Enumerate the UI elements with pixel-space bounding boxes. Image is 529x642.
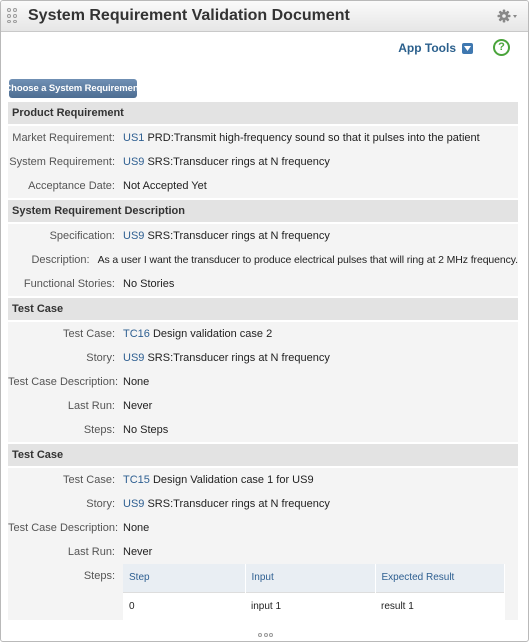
gear-icon[interactable]	[496, 8, 518, 24]
market-requirement-text: PRD:Transmit high-frequency sound so tha…	[147, 131, 480, 144]
choose-system-requirement-button[interactable]: Choose a System Requirement	[4, 79, 142, 98]
steps-column-header-step[interactable]: Step	[123, 564, 246, 592]
expected-result-cell: result 1	[375, 591, 505, 620]
story-link[interactable]: US9	[123, 352, 144, 364]
test-case-description-value: None	[123, 521, 150, 534]
market-requirement-row: Market Requirement: US1 PRD:Transmit hig…	[8, 126, 518, 150]
last-run-label: Last Run:	[67, 399, 115, 412]
app-tools-label: App Tools	[398, 41, 456, 55]
steps-label: Steps:	[83, 570, 115, 582]
steps-value: No Steps	[123, 423, 169, 436]
specification-row: Specification: US9 SRS:Transducer rings …	[8, 224, 518, 248]
input-cell: input 1	[245, 591, 375, 620]
specification-label: Specification:	[49, 229, 115, 242]
section-header-product-requirement: Product Requirement	[8, 102, 518, 124]
system-requirement-link[interactable]: US9	[123, 156, 144, 168]
resize-handle-icon[interactable]	[258, 633, 273, 637]
market-requirement-link[interactable]: US1	[123, 132, 144, 144]
system-requirement-label: System Requirement:	[9, 155, 115, 168]
story-text: SRS:Transducer rings at N frequency	[147, 497, 330, 510]
section-header-system-requirement-description: System Requirement Description	[8, 200, 518, 222]
acceptance-date-label: Acceptance Date:	[28, 179, 115, 192]
test-case-row: Test Case: TC16 Design validation case 2	[8, 322, 518, 346]
test-case-row: Test Case: TC15 Design Validation case 1…	[8, 468, 518, 492]
steps-row: Steps: No Steps	[8, 418, 518, 442]
steps-column-header-expected-result[interactable]: Expected Result	[375, 564, 505, 592]
steps-row: Steps: Step Input Expected Result 0 inpu…	[8, 564, 518, 620]
functional-stories-value: No Stories	[123, 277, 175, 290]
story-row: Story: US9 SRS:Transducer rings at N fre…	[8, 346, 518, 370]
section-header-test-case: Test Case	[8, 444, 518, 466]
help-icon[interactable]: ?	[493, 39, 510, 56]
description-value: As a user I want the transducer to produ…	[97, 253, 519, 266]
specification-text: SRS:Transducer rings at N frequency	[147, 229, 330, 242]
acceptance-date-value: Not Accepted Yet	[123, 179, 207, 192]
window-title: System Requirement Validation Document	[28, 7, 350, 24]
drag-handle-icon[interactable]	[7, 8, 19, 24]
specification-link[interactable]: US9	[123, 230, 144, 242]
test-case-description-label: Test Case Description:	[8, 521, 119, 534]
test-case-label: Test Case:	[63, 473, 115, 486]
functional-stories-row: Functional Stories: No Stories	[8, 272, 518, 296]
story-row: Story: US9 SRS:Transducer rings at N fre…	[8, 492, 518, 516]
description-label: Description:	[31, 253, 90, 266]
test-case-description-label: Test Case Description:	[8, 375, 119, 388]
story-text: SRS:Transducer rings at N frequency	[147, 351, 330, 364]
steps-label: Steps:	[83, 423, 115, 436]
app-window: System Requirement Validation Document A…	[0, 0, 529, 642]
steps-column-header-input[interactable]: Input	[245, 564, 376, 592]
story-link[interactable]: US9	[123, 498, 144, 510]
steps-table: Step Input Expected Result 0 input 1 res…	[123, 564, 505, 620]
description-row: Description: As a user I want the transd…	[8, 248, 518, 272]
test-case-description-value: None	[123, 375, 150, 388]
test-case-label: Test Case:	[63, 327, 115, 340]
system-requirement-text: SRS:Transducer rings at N frequency	[147, 155, 330, 168]
test-case-link[interactable]: TC16	[123, 328, 150, 340]
title-bar: System Requirement Validation Document	[1, 1, 528, 32]
steps-table-header-row: Step Input Expected Result	[123, 564, 505, 592]
last-run-row: Last Run: Never	[8, 394, 518, 418]
test-case-link[interactable]: TC15	[123, 474, 150, 486]
section-header-test-case: Test Case	[8, 298, 518, 320]
test-case-text: Design Validation case 1 for US9	[152, 473, 314, 486]
step-cell: 0	[123, 591, 245, 620]
story-label: Story:	[86, 497, 115, 510]
test-case-text: Design validation case 2	[152, 327, 273, 340]
document-content: Product Requirement Market Requirement: …	[8, 102, 518, 620]
app-tools-menu[interactable]: App Tools	[398, 40, 473, 56]
test-case-description-row: Test Case Description: None	[8, 516, 518, 540]
test-case-description-row: Test Case Description: None	[8, 370, 518, 394]
last-run-value: Never	[123, 399, 153, 412]
chevron-down-icon	[462, 42, 473, 54]
story-label: Story:	[86, 351, 115, 364]
table-row: 0 input 1 result 1	[123, 591, 505, 620]
system-requirement-row: System Requirement: US9 SRS:Transducer r…	[8, 150, 518, 174]
acceptance-date-row: Acceptance Date: Not Accepted Yet	[8, 174, 518, 198]
last-run-label: Last Run:	[67, 545, 115, 558]
functional-stories-label: Functional Stories:	[23, 277, 115, 290]
market-requirement-label: Market Requirement:	[12, 131, 115, 144]
last-run-value: Never	[123, 545, 153, 558]
last-run-row: Last Run: Never	[8, 540, 518, 564]
